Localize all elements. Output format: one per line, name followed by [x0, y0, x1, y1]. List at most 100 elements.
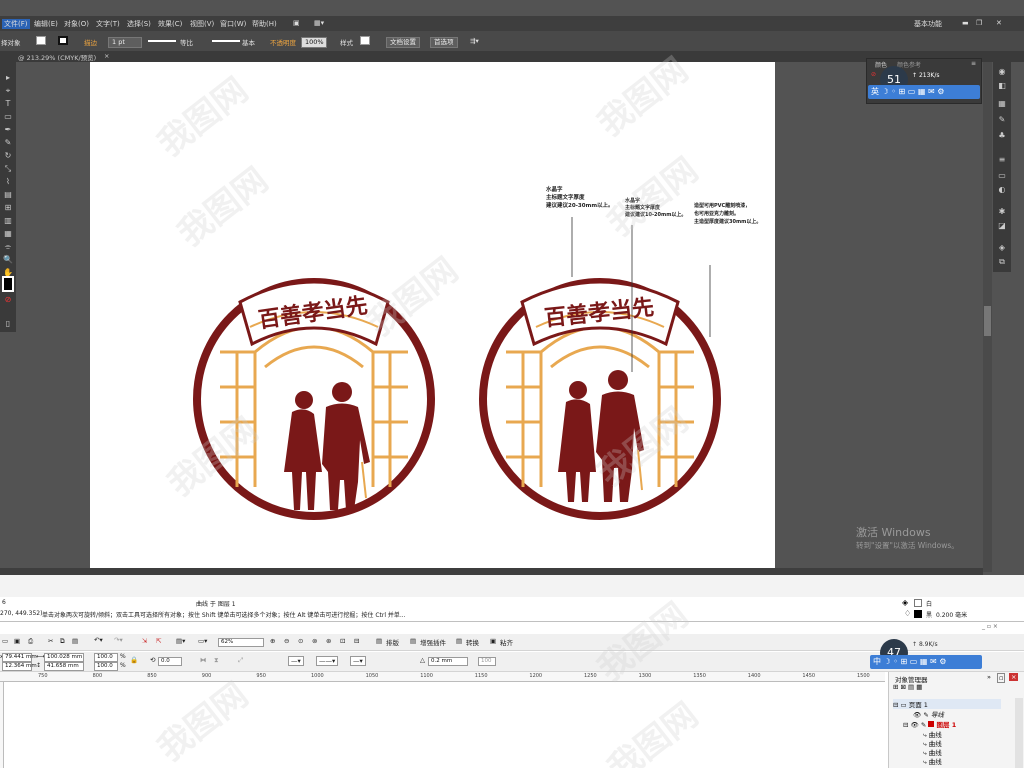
workspace-switcher[interactable]: 基本功能 [914, 19, 942, 29]
angle-field[interactable]: 0.0 [158, 657, 182, 666]
tab-close-icon[interactable]: × [104, 52, 109, 60]
convert-icon[interactable]: ▤ [456, 637, 462, 645]
panel-expand-icon[interactable]: » [987, 673, 991, 681]
graphic-styles-icon[interactable]: ◪ [996, 220, 1008, 232]
ime-language[interactable]: 英 [871, 87, 879, 96]
zoom-selected-icon[interactable]: ⊙ [298, 637, 303, 645]
zoom-all-icon[interactable]: ⊚ [312, 637, 317, 645]
outline-swatch-black[interactable] [914, 610, 922, 618]
guides-row[interactable]: 👁 ✎ 导线 [913, 709, 944, 719]
zoom-width-icon[interactable]: ⊡ [340, 637, 345, 645]
menu-object[interactable]: 对象(O) [64, 19, 89, 29]
bridge-icon[interactable]: ▣ [293, 19, 300, 27]
fill-stroke-swatch[interactable] [2, 276, 14, 292]
x-position-field[interactable]: 79.441 mm [2, 653, 37, 662]
pencil-tool-icon[interactable]: ✎ [2, 137, 14, 148]
zoom-in-icon[interactable]: ⊕ [270, 637, 275, 645]
rectangle-tool-icon[interactable]: ▭ [2, 111, 14, 122]
new-icon[interactable]: ▭ [2, 637, 8, 645]
gradient-tool-icon[interactable]: ▥ [2, 215, 14, 226]
plugin-icon[interactable]: ▤ [410, 637, 416, 645]
opacity-field[interactable]: 100% [301, 37, 327, 48]
ime-toolbar[interactable]: 英 ☽ ◦ ⊞ ▭ ▦ ✉ ⚙ [868, 85, 980, 99]
panel-close-icon[interactable]: × [1009, 673, 1019, 681]
cut-icon[interactable]: ✂ [48, 637, 53, 645]
menu-select[interactable]: 选择(S) [127, 19, 151, 29]
y-position-field[interactable]: 12.364 mm [2, 662, 37, 671]
opacity-field[interactable]: 100 [478, 657, 496, 666]
brush-label[interactable]: 基本 [242, 37, 255, 47]
ime-language[interactable]: 中 [873, 657, 881, 666]
direct-select-tool-icon[interactable]: ⌖ [2, 85, 14, 96]
zoom-height-icon[interactable]: ⊟ [354, 637, 359, 645]
copy-icon[interactable]: ⧉ [60, 637, 65, 646]
none-swatch-icon[interactable]: ⊘ [2, 294, 14, 305]
appearance-icon[interactable]: ✱ [996, 206, 1008, 218]
zoom-level-field[interactable]: 62% [218, 638, 264, 647]
stroke-swatch[interactable] [58, 36, 68, 45]
scale-tool-icon[interactable]: ⤡ [2, 163, 14, 174]
fill-swatch[interactable] [36, 36, 46, 45]
line-start-select[interactable]: —▾ [288, 656, 304, 666]
height-field[interactable]: 41.658 mm [44, 662, 84, 671]
undo-icon[interactable]: ↶▾ [94, 636, 103, 644]
document-setup-button[interactable]: 文档设置 [386, 37, 420, 48]
color-guide-icon[interactable]: ◧ [996, 80, 1008, 92]
scale-x-field[interactable]: 100.0 [94, 653, 118, 662]
import-icon[interactable]: ⇲ [142, 637, 147, 645]
restore-icon[interactable]: ❐ [976, 19, 982, 27]
document-tab[interactable]: @ 213.29% (CMYK/预览) [18, 52, 96, 62]
arrange-docs-icon[interactable]: ▦▾ [314, 19, 324, 27]
horizontal-scrollbar[interactable] [0, 568, 983, 575]
menu-effect[interactable]: 效果(C) [158, 19, 182, 29]
save-icon[interactable]: ▣ [14, 637, 20, 645]
mirror-v-icon[interactable]: ⧗ [214, 656, 219, 665]
screen-mode-icon[interactable]: ▯ [2, 318, 14, 329]
mirror-h-icon[interactable]: ⧓ [200, 656, 207, 664]
scale-y-field[interactable]: 100.0 [94, 662, 118, 671]
column-graph-icon[interactable]: ▦ [2, 228, 14, 239]
rotate-tool-icon[interactable]: ↻ [2, 150, 14, 161]
swatches-icon[interactable]: ▦ [996, 98, 1008, 110]
panel-menu-icon[interactable]: ≡ [971, 60, 976, 67]
menu-view[interactable]: 视图(V) [190, 19, 214, 29]
print-icon[interactable]: ⎙ [28, 637, 33, 646]
line-end-select[interactable]: —▾ [350, 656, 366, 666]
page-row[interactable]: ⊟ ▭ 页面 1 [893, 699, 1001, 709]
layers-icon[interactable]: ◈ [996, 242, 1008, 254]
launch-icon[interactable]: ▤ [376, 637, 382, 645]
window-min-icon[interactable]: _ ▫ × [982, 623, 998, 630]
ime-toolbar[interactable]: 中 ☽ ◦ ⊞ ▭ ▦ ✉ ⚙ [870, 655, 982, 669]
plugin-button[interactable]: 增强插件 [420, 637, 446, 647]
align-options-icon[interactable]: ⇶▾ [470, 37, 479, 45]
menu-edit[interactable]: 编辑(E) [34, 19, 58, 29]
zoom-page-icon[interactable]: ⊛ [326, 637, 331, 645]
export-icon[interactable]: ⇱ [156, 637, 161, 645]
graph-tool-icon[interactable]: ▤ [2, 189, 14, 200]
redo-icon[interactable]: ↷▾ [114, 636, 123, 644]
paste-align-button[interactable]: 粘齐 [500, 637, 513, 647]
pen-tool-icon[interactable]: ✒ [2, 124, 14, 135]
close-icon[interactable]: ✕ [996, 19, 1002, 27]
fill-swatch-white[interactable] [914, 599, 922, 607]
outline-width-field[interactable]: 0.2 mm [428, 657, 468, 666]
warp-tool-icon[interactable]: ⌇ [2, 176, 14, 187]
style-swatch[interactable] [360, 36, 370, 45]
width-field[interactable]: 100.028 mm [44, 653, 84, 662]
selection-tool-icon[interactable]: ▸ [2, 72, 14, 83]
stroke-icon[interactable]: ≡ [996, 154, 1008, 166]
line-style-select[interactable]: ——▾ [316, 656, 339, 666]
launch-button[interactable]: 排版 [386, 637, 399, 647]
eyedropper-tool-icon[interactable]: ⌯ [2, 241, 14, 252]
menu-window[interactable]: 窗口(W) [220, 19, 246, 29]
eye-icon[interactable]: 👁 [913, 711, 921, 719]
layer-row[interactable]: ⊟ 👁 ✎ 图层 1 [903, 719, 956, 729]
symbols-icon[interactable]: ♣ [996, 130, 1008, 142]
stroke-label[interactable]: 描边 [84, 37, 97, 47]
stroke-weight-field[interactable]: 1 pt [108, 37, 142, 48]
brush-line[interactable] [212, 40, 240, 42]
gradient-icon[interactable]: ▭ [996, 170, 1008, 182]
paste-icon[interactable]: ▤ [72, 637, 78, 645]
app-launcher-icon[interactable]: ▭▾ [198, 637, 207, 645]
object-manager-scrollbar[interactable] [1015, 698, 1023, 768]
